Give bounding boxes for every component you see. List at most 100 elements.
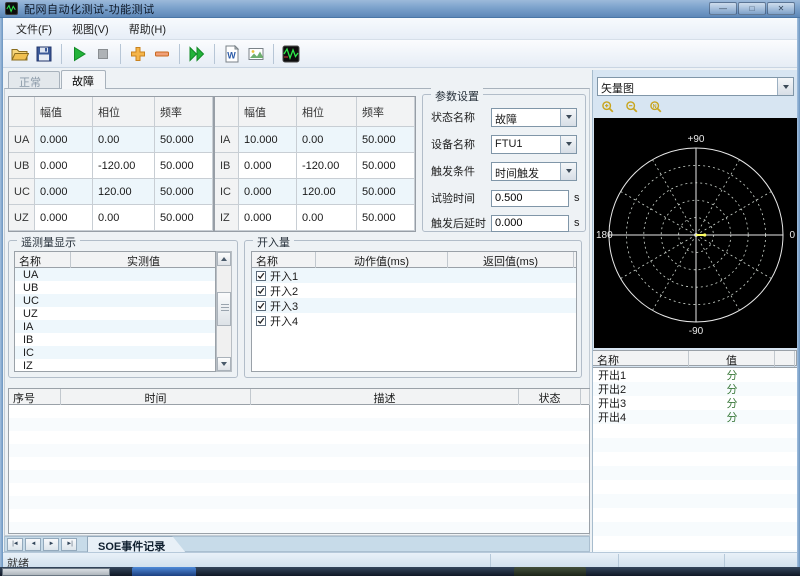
iz-amplitude-cell[interactable]: 0.000 [239, 205, 297, 231]
nav-prev-button[interactable]: ◄ [25, 537, 41, 551]
tab-fault-state[interactable]: 故障 [61, 70, 106, 89]
minimize-button[interactable]: — [709, 2, 737, 15]
ia-frequency-cell[interactable]: 50.000 [357, 127, 415, 153]
telemetry-row[interactable]: UC [15, 294, 215, 307]
ub-frequency-cell[interactable]: 50.000 [155, 153, 213, 179]
remove-button[interactable] [150, 42, 174, 66]
vector-diagram[interactable]: +90 -90 180 0 [594, 118, 797, 348]
state-name-select[interactable]: 故障 [491, 107, 577, 127]
svg-text:0: 0 [789, 230, 795, 241]
output-row[interactable]: 开出1 分 [593, 368, 798, 382]
output-row[interactable]: 开出3 分 [593, 396, 798, 410]
scroll-down-icon[interactable] [217, 357, 231, 371]
taskbar-item[interactable] [2, 568, 110, 576]
trigger-condition-select[interactable]: 时间触发 [491, 161, 577, 181]
event-table-body[interactable] [8, 405, 590, 534]
current-col-phase: 相位 [297, 97, 357, 127]
save-icon [36, 46, 52, 61]
save-button[interactable] [32, 42, 56, 66]
fast-run-button[interactable] [185, 42, 209, 66]
digital-input-row[interactable]: 开入2 [252, 283, 576, 298]
iz-frequency-cell[interactable]: 50.000 [357, 205, 415, 231]
scrollbar-thumb[interactable] [217, 292, 231, 326]
uc-phase-cell[interactable]: 120.00 [93, 179, 155, 205]
iz-phase-cell[interactable]: 0.00 [297, 205, 357, 231]
uz-frequency-cell[interactable]: 50.000 [155, 205, 213, 231]
zoom-in-button[interactable] [597, 99, 619, 115]
nav-next-button[interactable]: ► [43, 537, 59, 551]
nav-first-button[interactable]: |◄ [7, 537, 23, 551]
open-button[interactable] [8, 42, 32, 66]
maximize-button[interactable]: □ [738, 2, 766, 15]
app-icon [5, 2, 18, 15]
ic-frequency-cell[interactable]: 50.000 [357, 179, 415, 205]
polar-plot: +90 -90 180 0 [596, 134, 795, 337]
telemetry-row[interactable]: IA [15, 320, 215, 333]
telemetry-row[interactable]: IB [15, 333, 215, 346]
ib-amplitude-cell[interactable]: 0.000 [239, 153, 297, 179]
ub-amplitude-cell[interactable]: 0.000 [35, 153, 93, 179]
close-button[interactable]: ✕ [767, 2, 795, 15]
add-button[interactable] [126, 42, 150, 66]
output-row[interactable]: 开出2 分 [593, 382, 798, 396]
ua-amplitude-cell[interactable]: 0.000 [35, 127, 93, 153]
toolbar-separator [214, 43, 215, 64]
uz-amplitude-cell[interactable]: 0.000 [35, 205, 93, 231]
waveform-button[interactable] [279, 42, 303, 66]
ia-phase-cell[interactable]: 0.00 [297, 127, 357, 153]
taskbar-item[interactable] [132, 567, 196, 576]
telemetry-row[interactable]: IZ [15, 359, 215, 372]
telemetry-row[interactable]: IC [15, 346, 215, 359]
ic-phase-cell[interactable]: 120.00 [297, 179, 357, 205]
telemetry-row[interactable]: UZ [15, 307, 215, 320]
nav-last-button[interactable]: ►| [61, 537, 77, 551]
test-time-input[interactable] [491, 189, 569, 207]
telemetry-row[interactable]: UB [15, 281, 215, 294]
menu-help[interactable]: 帮助(H) [119, 18, 176, 40]
digital-inputs-group: 开入量 名称 动作值(ms) 返回值(ms) 开入1 开入2 开入3 开入4 [244, 234, 582, 378]
ua-frequency-cell[interactable]: 50.000 [155, 127, 213, 153]
telemetry-row[interactable]: UA [15, 268, 215, 281]
checkbox-checked-icon[interactable] [256, 315, 266, 326]
ua-phase-cell[interactable]: 0.00 [93, 127, 155, 153]
zoom-reset-button[interactable]: N [645, 99, 667, 115]
chevron-down-icon[interactable] [777, 78, 793, 95]
chevron-down-icon[interactable] [560, 135, 576, 153]
device-name-select[interactable]: FTU1 [491, 134, 577, 154]
toolbar: W [0, 40, 800, 68]
menu-view[interactable]: 视图(V) [62, 18, 119, 40]
post-trigger-delay-label: 触发后延时 [431, 218, 486, 230]
taskbar-item[interactable] [514, 567, 586, 576]
ib-phase-cell[interactable]: -120.00 [297, 153, 357, 179]
checkbox-checked-icon[interactable] [256, 285, 266, 296]
checkbox-checked-icon[interactable] [256, 270, 266, 281]
digital-input-row[interactable]: 开入1 [252, 268, 576, 283]
post-trigger-delay-input[interactable] [491, 214, 569, 232]
uz-phase-cell[interactable]: 0.00 [93, 205, 155, 231]
checkbox-checked-icon[interactable] [256, 300, 266, 311]
uc-amplitude-cell[interactable]: 0.000 [35, 179, 93, 205]
view-selector[interactable]: 矢量图 [597, 77, 794, 96]
tab-normal-state[interactable]: 正常态 [8, 71, 60, 105]
ic-amplitude-cell[interactable]: 0.000 [239, 179, 297, 205]
stop-button[interactable] [91, 42, 115, 66]
output-row[interactable]: 开出4 分 [593, 410, 798, 424]
word-report-button[interactable]: W [220, 42, 244, 66]
digital-input-row[interactable]: 开入4 [252, 313, 576, 328]
ia-amplitude-cell[interactable]: 10.000 [239, 127, 297, 153]
record-tab-strip: |◄ ◄ ► ►| SOE事件记录 [4, 536, 590, 552]
telemetry-group-title: 遥测量显示 [17, 234, 80, 250]
scroll-up-icon[interactable] [217, 252, 231, 266]
digital-input-row[interactable]: 开入3 [252, 298, 576, 313]
ib-frequency-cell[interactable]: 50.000 [357, 153, 415, 179]
ub-phase-cell[interactable]: -120.00 [93, 153, 155, 179]
chevron-down-icon[interactable] [560, 162, 576, 180]
chevron-down-icon[interactable] [560, 108, 576, 126]
uc-frequency-cell[interactable]: 50.000 [155, 179, 213, 205]
tab-soe-event-record[interactable]: SOE事件记录 [87, 536, 185, 552]
run-button[interactable] [67, 42, 91, 66]
telemetry-scrollbar[interactable] [216, 251, 232, 372]
image-report-button[interactable] [244, 42, 268, 66]
zoom-out-button[interactable] [621, 99, 643, 115]
menu-file[interactable]: 文件(F) [6, 18, 62, 40]
